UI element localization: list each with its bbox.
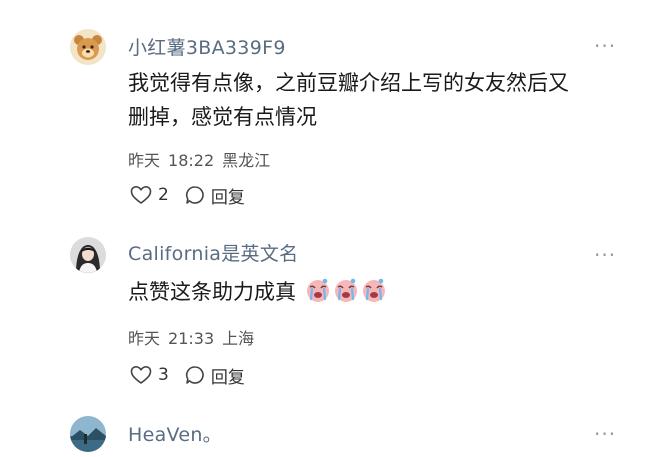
bear-avatar-icon: [70, 29, 106, 65]
comment-actions: 2 回复: [130, 183, 245, 208]
username[interactable]: 小红薯3BA339F9: [128, 33, 286, 60]
reply-label: 回复: [210, 367, 245, 388]
user-avatar[interactable]: [70, 29, 106, 65]
crying-face-icon: [306, 278, 329, 302]
comment-actions: 3 回复: [130, 363, 245, 388]
heart-icon: [130, 366, 152, 384]
reply-button[interactable]: 回复: [185, 183, 245, 208]
girl-avatar-icon: [70, 237, 106, 273]
like-count: 2: [158, 185, 169, 205]
like-button[interactable]: 2: [130, 185, 169, 205]
more-options-icon[interactable]: ···: [594, 36, 616, 56]
comment-text: 我觉得有点像，之前豆瓣介绍上写的女友然后又 删掉，感觉有点情况: [128, 66, 628, 134]
like-count: 3: [158, 365, 169, 385]
heart-icon: [130, 186, 152, 204]
like-button[interactable]: 3: [130, 365, 169, 385]
username[interactable]: California是英文名: [128, 239, 298, 266]
comment-meta: 昨天 21:33 上海: [128, 325, 254, 349]
comment-time: 21:33: [168, 329, 215, 348]
crying-face-icon: [362, 278, 385, 302]
more-options-icon[interactable]: ···: [594, 245, 616, 265]
crying-face-icon: [334, 278, 357, 302]
comment-location: 黑龙江: [222, 151, 271, 170]
comment-time: 18:22: [168, 151, 215, 170]
more-options-icon[interactable]: ···: [594, 424, 616, 444]
reply-button[interactable]: 回复: [185, 363, 245, 388]
user-avatar[interactable]: [70, 237, 106, 273]
comment-text-line: 点赞这条助力成真: [128, 280, 296, 304]
comment-bubble-icon: [185, 186, 204, 204]
comment-bubble-icon: [185, 366, 204, 384]
landscape-avatar-icon: [70, 416, 106, 452]
comment-date: 昨天: [128, 329, 161, 348]
comment-date: 昨天: [128, 151, 161, 170]
comment-text: 点赞这条助力成真: [128, 275, 628, 309]
comment-location: 上海: [222, 329, 255, 348]
comment-meta: 昨天 18:22 黑龙江: [128, 147, 270, 171]
user-avatar[interactable]: [70, 416, 106, 452]
reply-label: 回复: [210, 187, 245, 208]
comment-text-line: 我觉得有点像，之前豆瓣介绍上写的女友然后又: [128, 71, 569, 95]
comment-text-line: 删掉，感觉有点情况: [128, 105, 317, 129]
username[interactable]: HeaVen。: [128, 420, 222, 447]
